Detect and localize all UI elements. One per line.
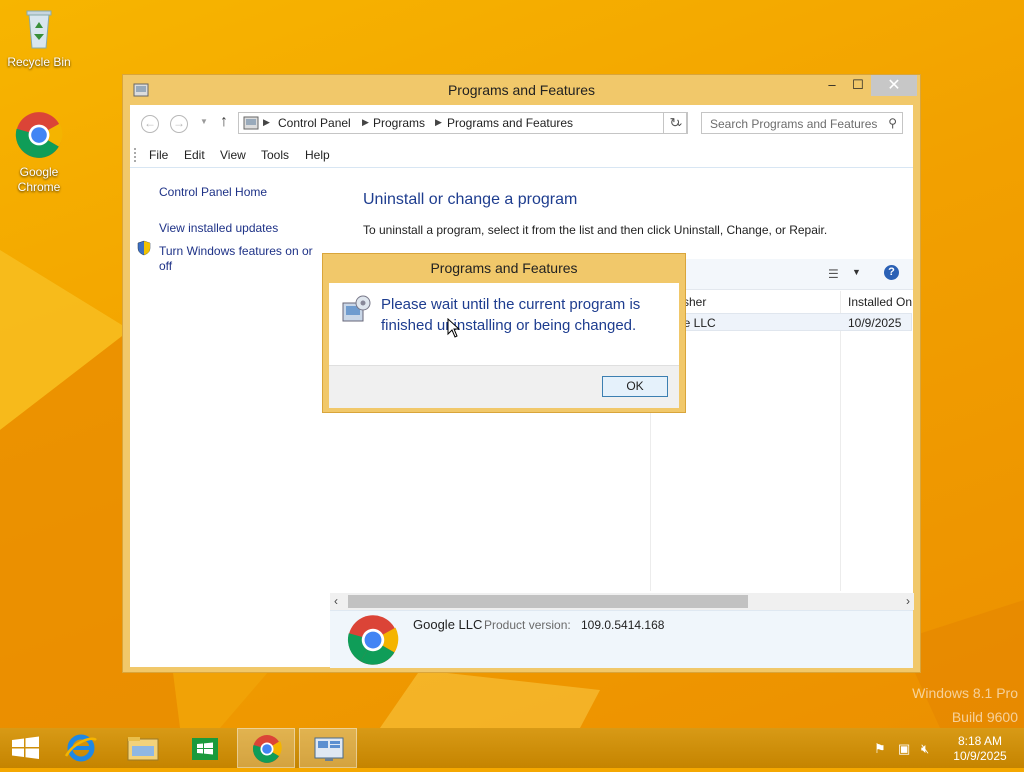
taskbar-clock[interactable]: 8:18 AM 10/9/2025	[944, 734, 1016, 764]
ok-button[interactable]: OK	[602, 376, 668, 397]
navigation-bar: ← → ▼ ↑ ▶ Control Panel ▶ Programs ▶ Pro…	[130, 105, 913, 143]
column-header-publisher[interactable]: sher	[683, 291, 706, 313]
window-title: Programs and Features	[447, 82, 596, 98]
control-panel-icon	[243, 116, 259, 130]
breadcrumb-separator-icon: ▶	[362, 117, 369, 127]
desktop-icon-google-chrome[interactable]: Google Chrome	[1, 110, 77, 195]
breadcrumb-separator-icon: ▶	[435, 117, 442, 127]
column-divider	[840, 291, 841, 591]
search-input[interactable]: Search Programs and Features ⚲	[701, 112, 903, 134]
details-pane: Google LLC Product version: 109.0.5414.1…	[330, 610, 913, 668]
menu-file[interactable]: File	[149, 148, 168, 162]
horizontal-scrollbar[interactable]: ‹ ›	[330, 593, 914, 610]
chrome-icon	[252, 735, 282, 763]
desktop-icon-recycle-bin[interactable]: Recycle Bin	[1, 6, 77, 69]
clock-time: 8:18 AM	[957, 734, 1003, 748]
title-bar[interactable]: Programs and Features – ☐ ✕	[123, 75, 920, 105]
breadcrumb-programs-and-features[interactable]: Programs and Features	[447, 116, 573, 130]
breadcrumb-programs[interactable]: Programs	[373, 116, 425, 130]
table-row[interactable]: le LLC 10/9/2025	[680, 313, 912, 331]
sidebar: Control Panel Home View installed update…	[130, 168, 325, 667]
menu-edit[interactable]: Edit	[184, 148, 205, 162]
search-icon[interactable]: ⚲	[888, 116, 897, 130]
minimize-button[interactable]: –	[819, 75, 845, 96]
menu-tools[interactable]: Tools	[261, 148, 289, 162]
maximize-button[interactable]: ☐	[845, 75, 871, 96]
help-icon[interactable]: ?	[884, 265, 899, 280]
volume-muted-icon[interactable]: 🔇︎	[921, 741, 929, 757]
store-icon	[192, 738, 218, 760]
dialog-title: Programs and Features	[430, 260, 578, 276]
taskbar: ⚑ ▣ 🔇︎ 8:18 AM 10/9/2025	[0, 728, 1024, 768]
dialog-footer: OK	[329, 365, 679, 408]
back-arrow-icon[interactable]: ←	[141, 115, 159, 133]
cell-installed-on: 10/9/2025	[848, 316, 902, 330]
scroll-right-icon[interactable]: ›	[906, 594, 910, 608]
recycle-bin-icon	[26, 10, 52, 49]
details-version-value: 109.0.5414.168	[581, 618, 665, 632]
refresh-button[interactable]: ↻	[663, 112, 687, 134]
watermark-build: Build 9600	[951, 709, 1018, 725]
action-center-flag-icon[interactable]: ⚑	[874, 741, 886, 757]
chrome-shortcut-label: Google Chrome	[17, 165, 61, 194]
details-publisher: Google LLC	[413, 617, 483, 632]
watermark-edition: Windows 8.1 Pro	[912, 685, 1018, 701]
taskbar-chrome[interactable]	[237, 728, 295, 768]
sidebar-link-control-panel-home[interactable]: Control Panel Home	[159, 185, 267, 200]
file-explorer-icon	[127, 737, 159, 761]
taskbar-control-panel[interactable]	[299, 728, 357, 768]
menu-view[interactable]: View	[220, 148, 246, 162]
control-panel-icon	[314, 737, 344, 761]
search-placeholder: Search Programs and Features	[710, 117, 878, 131]
taskbar-store[interactable]	[176, 728, 234, 768]
instruction-text: To uninstall a program, select it from t…	[363, 223, 828, 237]
menu-bar: File Edit View Tools Help	[130, 143, 913, 168]
view-options-caret-icon[interactable]: ▼	[852, 267, 861, 277]
recent-locations-icon[interactable]: ▼	[200, 117, 208, 126]
uac-shield-icon	[137, 240, 151, 256]
scrollbar-thumb[interactable]	[348, 595, 748, 608]
dialog-message: Please wait until the current program is…	[381, 296, 641, 334]
taskbar-internet-explorer[interactable]	[52, 728, 110, 768]
sidebar-link-windows-features[interactable]: Turn Windows features on or off	[159, 244, 319, 274]
details-version-label: Product version:	[484, 618, 571, 632]
recycle-bin-label: Recycle Bin	[7, 55, 71, 69]
menu-help[interactable]: Help	[305, 148, 330, 162]
up-arrow-icon[interactable]: ↑	[220, 113, 228, 131]
breadcrumb-control-panel[interactable]: Control Panel	[278, 116, 351, 130]
view-details-icon[interactable]: ☰	[828, 267, 839, 281]
address-bar[interactable]: ▶ Control Panel ▶ Programs ▶ Programs an…	[238, 112, 688, 134]
network-icon[interactable]: ▣	[898, 741, 910, 757]
main-content: Uninstall or change a program To uninsta…	[330, 168, 914, 668]
internet-explorer-icon	[64, 734, 97, 762]
dialog-body: Please wait until the current program is…	[329, 283, 679, 408]
column-header-installed-on[interactable]: Installed On	[848, 291, 912, 313]
clock-date: 10/9/2025	[953, 749, 1007, 763]
close-button[interactable]: ✕	[871, 75, 917, 96]
taskbar-file-explorer[interactable]	[114, 728, 172, 768]
sidebar-link-view-installed-updates[interactable]: View installed updates	[159, 221, 278, 236]
breadcrumb-separator-icon: ▶	[263, 117, 270, 127]
cell-publisher: le LLC	[681, 316, 716, 330]
please-wait-dialog: Programs and Features Please wait until …	[322, 253, 686, 413]
chrome-icon	[15, 112, 63, 158]
page-heading: Uninstall or change a program	[363, 191, 578, 208]
mouse-pointer-icon	[447, 318, 460, 338]
windows-logo-icon	[12, 736, 39, 759]
programs-installer-icon	[342, 295, 371, 322]
forward-arrow-icon[interactable]: →	[170, 115, 188, 133]
menu-grip	[134, 148, 138, 162]
scroll-left-icon[interactable]: ‹	[334, 594, 338, 608]
start-button[interactable]	[0, 728, 58, 768]
chrome-icon	[347, 615, 399, 665]
